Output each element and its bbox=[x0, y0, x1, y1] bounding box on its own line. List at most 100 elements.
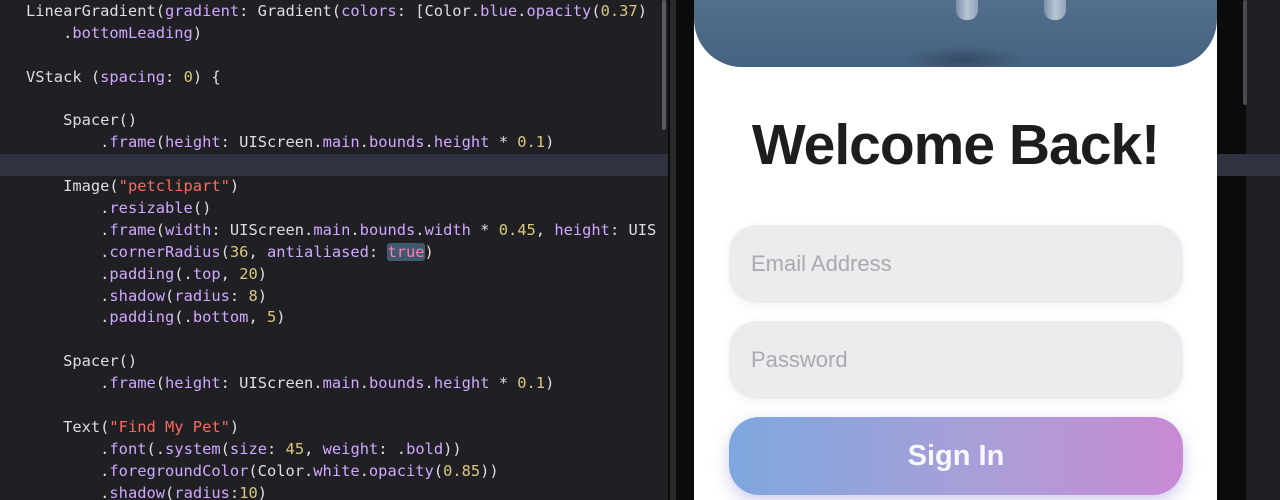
code-token: : . bbox=[378, 439, 407, 458]
code-token: height bbox=[165, 133, 221, 152]
editor-scrollbar[interactable] bbox=[662, 0, 666, 130]
code-token: : [Color. bbox=[396, 2, 481, 20]
code-line[interactable] bbox=[26, 154, 656, 176]
code-line[interactable] bbox=[26, 89, 656, 111]
password-field[interactable] bbox=[729, 321, 1183, 399]
code-token: padding bbox=[109, 264, 175, 283]
code-token: . bbox=[26, 264, 110, 283]
code-token: : UIS bbox=[609, 220, 657, 239]
code-line[interactable]: .frame(height: UIScreen.main.bounds.heig… bbox=[26, 132, 656, 154]
code-token: . bbox=[424, 374, 434, 393]
code-line[interactable]: .shadow(radius: 8) bbox=[26, 286, 656, 308]
code-line[interactable] bbox=[26, 45, 656, 67]
code-token: ( bbox=[155, 220, 166, 239]
code-line[interactable]: .padding(.bottom, 5) bbox=[26, 307, 656, 329]
code-line[interactable]: .frame(height: UIScreen.main.bounds.heig… bbox=[26, 373, 656, 395]
code-token: 8 bbox=[248, 286, 258, 305]
code-token: Text( bbox=[26, 417, 110, 436]
code-token: . bbox=[26, 23, 73, 42]
code-line[interactable]: Image("petclipart") bbox=[26, 176, 656, 198]
code-line[interactable]: .frame(width: UIScreen.main.bounds.width… bbox=[26, 220, 656, 242]
code-line[interactable]: .cornerRadius(36, antialiased: true) bbox=[26, 242, 656, 264]
code-token: main bbox=[322, 133, 360, 152]
code-line[interactable]: .bottomLeading) bbox=[26, 23, 656, 45]
code-line[interactable]: Spacer() bbox=[26, 110, 656, 132]
code-line[interactable]: .resizable() bbox=[26, 198, 656, 220]
code-token: ( bbox=[155, 374, 166, 393]
code-token: height bbox=[165, 374, 221, 393]
code-token: : bbox=[165, 67, 184, 86]
code-token: Spacer() bbox=[26, 111, 138, 130]
code-token: frame bbox=[109, 220, 156, 239]
code-token: . bbox=[415, 220, 425, 239]
code-token: frame bbox=[109, 374, 156, 393]
code-token: ( bbox=[591, 2, 601, 20]
code-token: ) bbox=[257, 264, 268, 283]
code-token: main bbox=[313, 220, 351, 239]
code-line[interactable] bbox=[26, 329, 656, 351]
code-token: , bbox=[248, 308, 267, 327]
code-editor[interactable]: LinearGradient(gradient: Gradient(colors… bbox=[0, 0, 668, 500]
code-token: ( bbox=[220, 439, 230, 458]
code-token: shadow bbox=[109, 483, 166, 500]
code-token: LinearGradient( bbox=[26, 2, 165, 20]
code-token: 0.1 bbox=[517, 374, 546, 393]
code-token: : bbox=[368, 242, 388, 261]
code-token: frame bbox=[109, 133, 156, 152]
code-line[interactable]: .font(.system(size: 45, weight: .bold)) bbox=[26, 439, 656, 461]
code-line[interactable]: .padding(.top, 20) bbox=[26, 264, 656, 286]
code-token: Image( bbox=[26, 177, 119, 196]
code-token: bounds bbox=[368, 374, 425, 393]
code-token: * bbox=[470, 220, 499, 239]
code-token: 36 bbox=[229, 242, 249, 261]
code-token: size bbox=[229, 439, 267, 458]
code-token: (Color. bbox=[248, 461, 314, 480]
code-token: radius bbox=[174, 483, 230, 500]
code-token: , bbox=[220, 264, 240, 283]
code-token: 20 bbox=[239, 264, 258, 283]
code-token: 5 bbox=[266, 308, 277, 327]
code-token: gradient bbox=[165, 2, 240, 20]
code-token: : bbox=[267, 439, 286, 458]
code-token: blue bbox=[480, 2, 518, 20]
pet-leg bbox=[956, 0, 978, 20]
code-line[interactable]: VStack (spacing: 0) { bbox=[26, 67, 656, 89]
code-token: ) bbox=[257, 483, 268, 500]
code-token: colors bbox=[341, 2, 397, 20]
code-token: width bbox=[165, 220, 212, 239]
code-line[interactable]: Spacer() bbox=[26, 351, 656, 373]
code-token: )) bbox=[480, 461, 499, 480]
code-token: (. bbox=[174, 308, 193, 327]
welcome-heading: Welcome Back! bbox=[751, 113, 1160, 177]
code-lines[interactable]: LinearGradient(gradient: Gradient(colors… bbox=[26, 1, 656, 500]
code-token: 0 bbox=[183, 67, 193, 86]
code-token: ( bbox=[165, 483, 175, 500]
code-line[interactable] bbox=[26, 395, 656, 417]
code-token: system bbox=[165, 439, 221, 458]
code-token: . bbox=[359, 461, 369, 480]
code-line[interactable]: Text("Find My Pet") bbox=[26, 417, 656, 439]
code-line[interactable]: LinearGradient(gradient: Gradient(colors… bbox=[26, 1, 656, 23]
right-scrollbar[interactable] bbox=[1243, 0, 1247, 105]
code-token: ) bbox=[276, 308, 286, 327]
code-line[interactable]: .shadow(radius:10) bbox=[26, 483, 656, 500]
code-token: . bbox=[26, 374, 110, 393]
email-field[interactable] bbox=[729, 225, 1183, 303]
code-token: (. bbox=[174, 264, 193, 283]
code-token: . bbox=[424, 133, 434, 152]
preview-screen: Welcome Back! Sign In bbox=[694, 0, 1217, 500]
code-token: bold bbox=[406, 439, 444, 458]
code-token: 10 bbox=[239, 483, 258, 500]
code-token: . bbox=[26, 199, 110, 218]
code-token: ( bbox=[220, 242, 230, 261]
code-token: 0.37 bbox=[600, 2, 638, 20]
code-token: : bbox=[229, 483, 240, 500]
right-gutter-line-highlight bbox=[1217, 154, 1280, 176]
code-token: . bbox=[26, 242, 110, 261]
sign-in-button[interactable]: Sign In bbox=[729, 417, 1183, 495]
code-line[interactable]: .foregroundColor(Color.white.opacity(0.8… bbox=[26, 461, 656, 483]
code-token: ) bbox=[257, 286, 268, 305]
code-token: weight bbox=[322, 439, 379, 458]
code-token: : UIScreen. bbox=[211, 220, 314, 239]
code-token: VStack ( bbox=[26, 67, 101, 86]
